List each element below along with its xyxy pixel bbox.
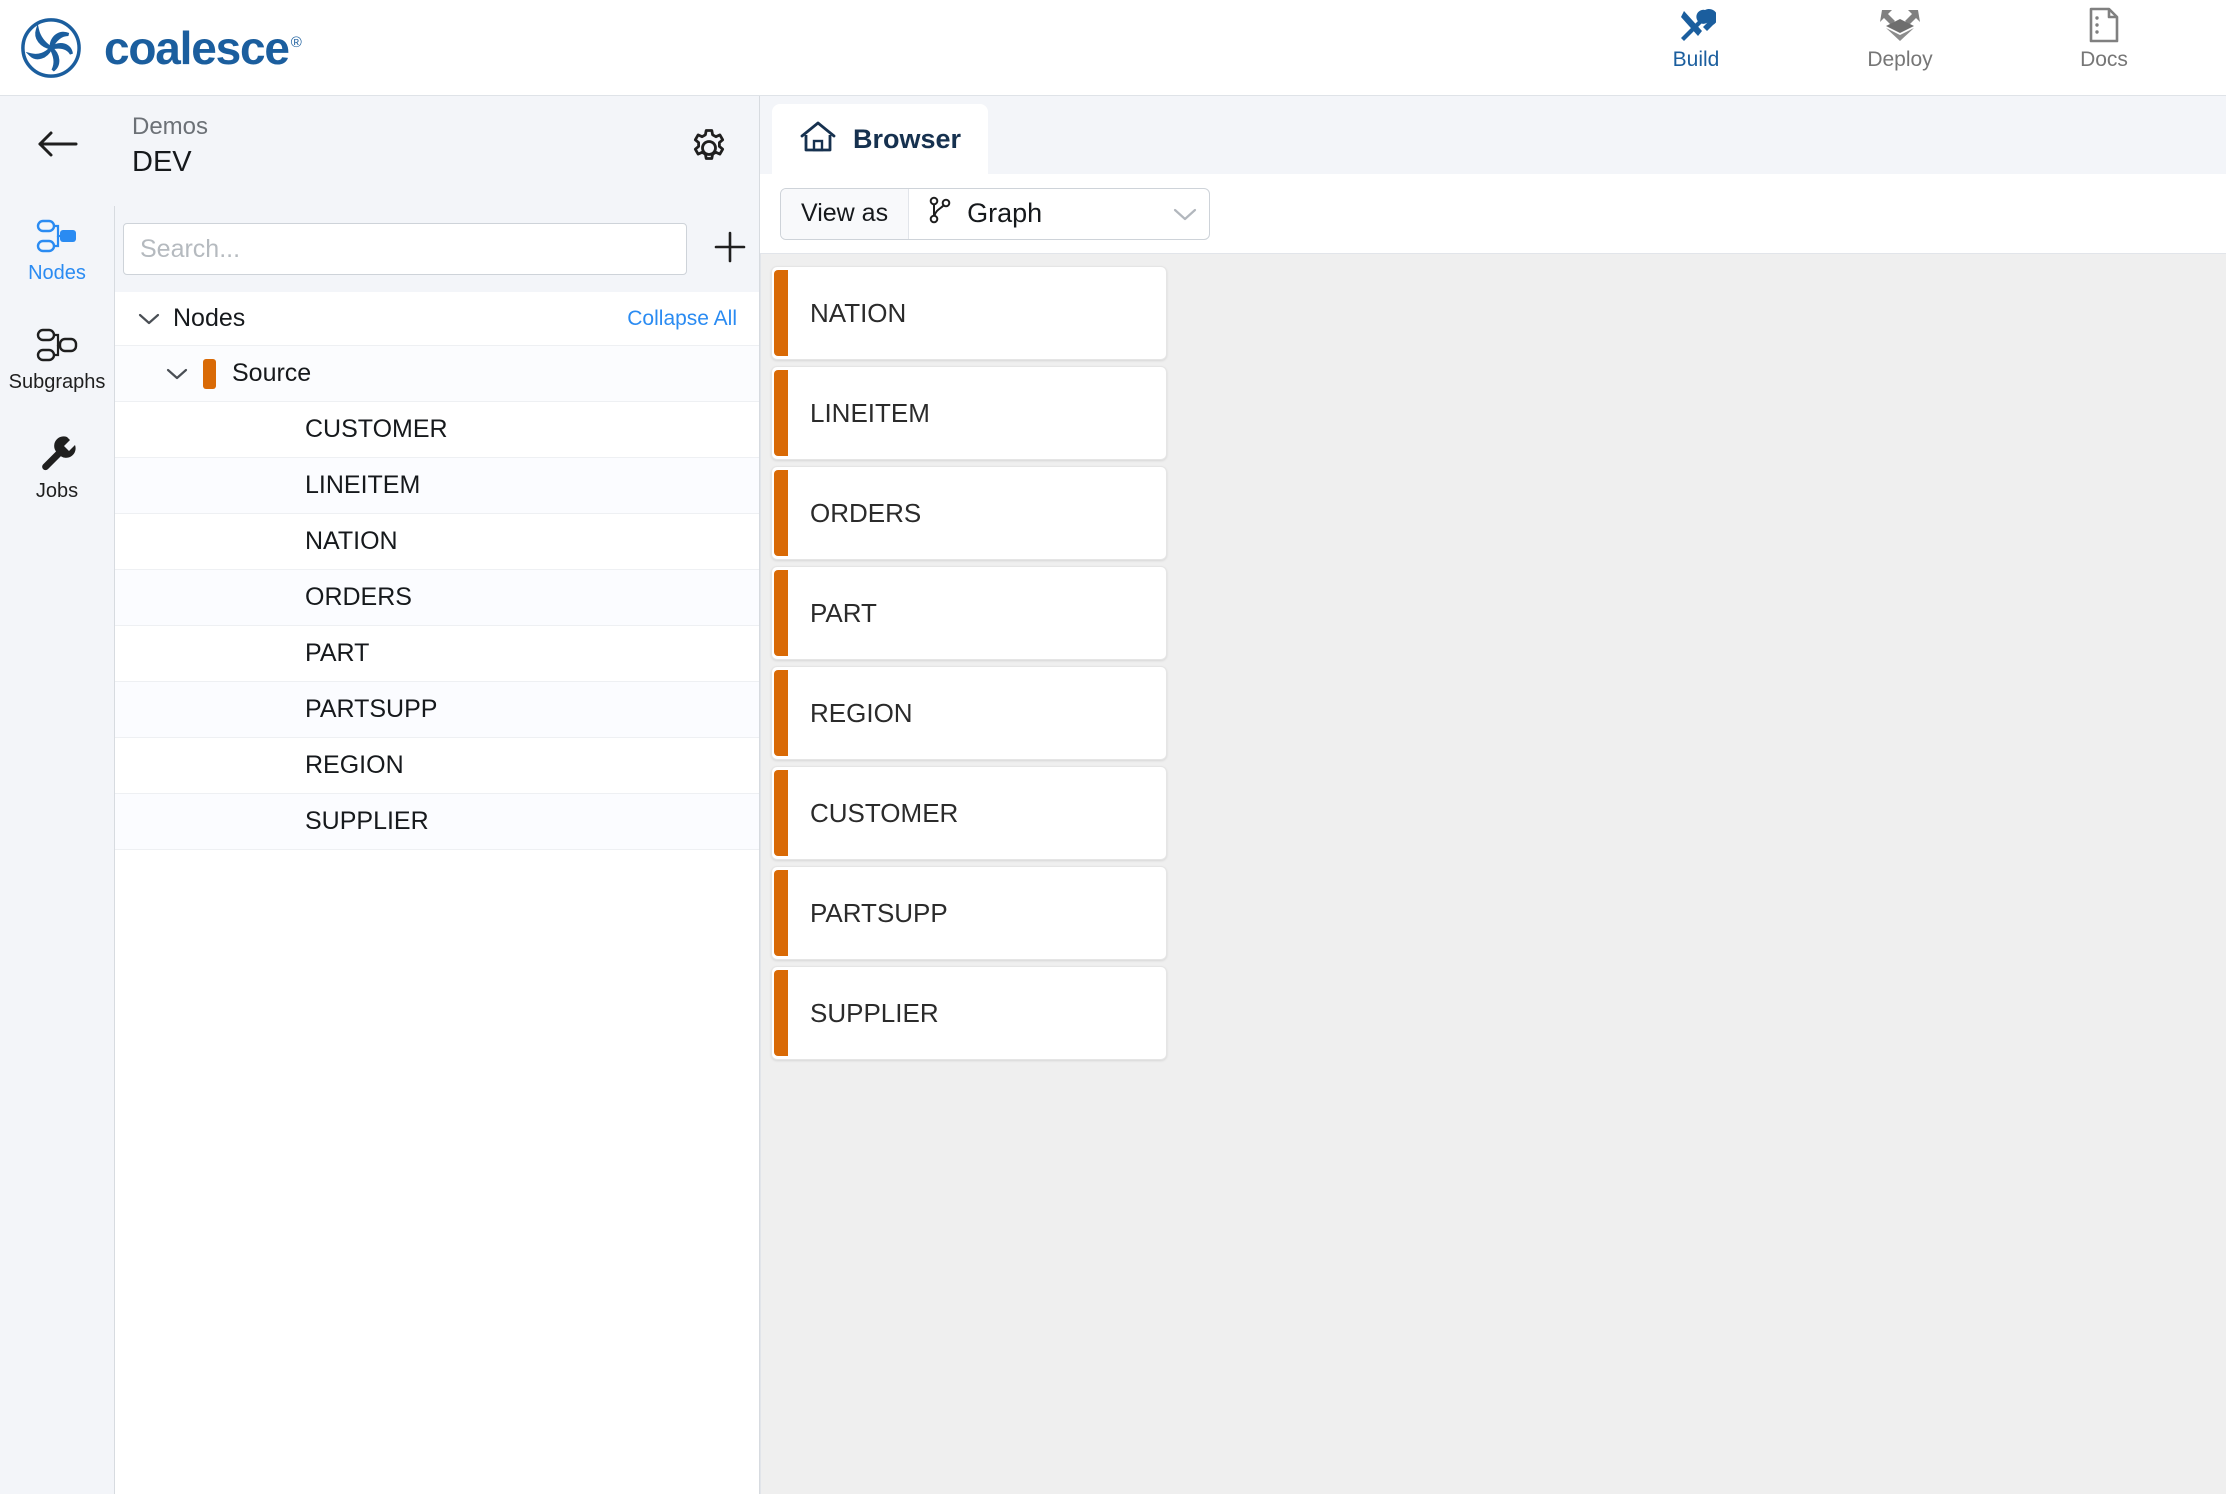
tree-root-row: Nodes Collapse All <box>115 292 759 346</box>
tree-item-label: PARTSUPP <box>305 695 438 723</box>
tree-group-source[interactable]: Source <box>115 346 759 402</box>
home-icon <box>799 120 837 159</box>
tree-item-label: ORDERS <box>305 583 412 611</box>
graph-node-color-bar <box>774 270 788 356</box>
tree-item[interactable]: PART <box>115 626 759 682</box>
graph-node-color-bar <box>774 470 788 556</box>
topnav-item-docs[interactable]: Docs <box>2050 6 2158 72</box>
graph-node[interactable]: PART <box>771 566 1167 660</box>
tree-item-label: PART <box>305 639 370 667</box>
graph-node[interactable]: NATION <box>771 266 1167 360</box>
workspace: Browser View as Graph NATION LINEITEM OR… <box>760 96 2226 1494</box>
topnav-label-deploy: Deploy <box>1867 47 1933 71</box>
tree-item[interactable]: CUSTOMER <box>115 402 759 458</box>
graph-node-color-bar <box>774 570 788 656</box>
graph-node-label: REGION <box>810 697 913 728</box>
view-as-label: View as <box>781 188 910 239</box>
tree-item[interactable]: ORDERS <box>115 570 759 626</box>
graph-node-color-bar <box>774 370 788 456</box>
coalesce-swirl-icon <box>20 17 82 79</box>
graph-node-label: LINEITEM <box>810 397 930 428</box>
tree-item[interactable]: REGION <box>115 738 759 794</box>
brand-name: coalesce ® <box>104 21 302 74</box>
app-header: coalesce ® Build Deploy Docs <box>0 0 2226 96</box>
view-as-value-wrap: Graph <box>909 189 1161 239</box>
graph-node-color-bar <box>774 970 788 1056</box>
environment-name: DEV <box>132 146 192 178</box>
tree-root-label: Nodes <box>173 304 246 332</box>
sidebar-label-subgraphs: Subgraphs <box>8 371 106 393</box>
sidebar-item-nodes[interactable]: Nodes <box>0 206 114 299</box>
tree-group-label: Source <box>232 359 312 387</box>
tree-item-label: LINEITEM <box>305 471 421 499</box>
graph-node[interactable]: CUSTOMER <box>771 766 1167 860</box>
view-as-dropdown[interactable]: View as Graph <box>780 187 1211 240</box>
topnav-label-build: Build <box>1672 47 1720 71</box>
graph-node-label: PART <box>810 597 877 628</box>
graph-canvas[interactable]: NATION LINEITEM ORDERS PART REGION CUSTO… <box>760 254 2226 1494</box>
graph-node-label: CUSTOMER <box>810 797 959 828</box>
brand-logo[interactable]: coalesce ® <box>0 17 302 79</box>
topnav-label-docs: Docs <box>2080 47 2128 71</box>
graph-node[interactable]: REGION <box>771 666 1167 760</box>
explorer-header: Demos DEV <box>114 96 759 206</box>
view-as-value: Graph <box>967 198 1043 228</box>
sidebar-label-nodes: Nodes <box>28 262 86 284</box>
plus-icon <box>712 229 748 270</box>
deploy-box-icon <box>1878 6 1922 44</box>
explorer-search-row <box>114 206 759 292</box>
tree-item[interactable]: PARTSUPP <box>115 682 759 738</box>
graph-node[interactable]: PARTSUPP <box>771 866 1167 960</box>
graph-node-label: NATION <box>810 297 907 328</box>
tree-item-label: CUSTOMER <box>305 415 448 443</box>
wrench-icon <box>37 434 77 474</box>
nodes-icon <box>35 216 79 256</box>
topnav-item-build[interactable]: Build <box>1642 6 1750 72</box>
graph-toolbar: View as Graph <box>760 174 2226 254</box>
graph-node[interactable]: LINEITEM <box>771 366 1167 460</box>
tree-item[interactable]: SUPPLIER <box>115 794 759 850</box>
left-rail: Nodes Subgraphs Jobs <box>0 96 114 1494</box>
subgraphs-icon <box>35 325 79 365</box>
graph-node-label: SUPPLIER <box>810 997 939 1028</box>
graph-node-color-bar <box>774 870 788 956</box>
project-name: Demos <box>132 113 209 140</box>
top-navigation: Build Deploy Docs <box>1642 0 2226 96</box>
brand-wordmark: coalesce <box>104 21 290 74</box>
tab-browser[interactable]: Browser <box>772 104 988 174</box>
chevron-down-icon[interactable] <box>1161 206 1209 222</box>
graph-node-color-bar <box>774 670 788 756</box>
tree-item[interactable]: NATION <box>115 514 759 570</box>
document-icon <box>2087 6 2121 44</box>
sidebar-item-subgraphs[interactable]: Subgraphs <box>0 315 114 408</box>
collapse-all-link[interactable]: Collapse All <box>627 307 737 331</box>
source-color-swatch <box>203 358 216 389</box>
back-button[interactable] <box>25 114 89 178</box>
chevron-down-icon[interactable] <box>159 356 195 392</box>
chevron-down-icon[interactable] <box>131 301 167 337</box>
graph-node[interactable]: ORDERS <box>771 466 1167 560</box>
gear-icon[interactable] <box>687 126 731 170</box>
git-branch-icon <box>927 195 953 232</box>
graph-node-color-bar <box>774 770 788 856</box>
topnav-item-deploy[interactable]: Deploy <box>1846 6 1954 72</box>
registered-mark: ® <box>290 34 302 52</box>
sidebar-item-jobs[interactable]: Jobs <box>0 424 114 517</box>
sidebar-label-jobs: Jobs <box>35 480 79 502</box>
graph-node[interactable]: SUPPLIER <box>771 966 1167 1060</box>
add-node-button[interactable] <box>701 220 759 278</box>
tree-item-label: REGION <box>305 751 404 779</box>
tab-label-browser: Browser <box>852 123 962 154</box>
graph-node-label: ORDERS <box>810 497 922 528</box>
tree-item[interactable]: LINEITEM <box>115 458 759 514</box>
arrow-left-icon <box>35 127 79 166</box>
build-tools-icon <box>1676 6 1716 44</box>
tree-item-label: NATION <box>305 527 398 555</box>
graph-node-label: PARTSUPP <box>810 897 948 928</box>
node-tree: Nodes Collapse All Source CUSTOMER LINEI… <box>114 292 759 1494</box>
explorer-panel: Demos DEV Nodes Colla <box>114 96 760 1494</box>
tab-strip: Browser <box>760 96 2226 174</box>
tree-item-label: SUPPLIER <box>305 807 429 835</box>
search-input[interactable] <box>123 223 688 275</box>
